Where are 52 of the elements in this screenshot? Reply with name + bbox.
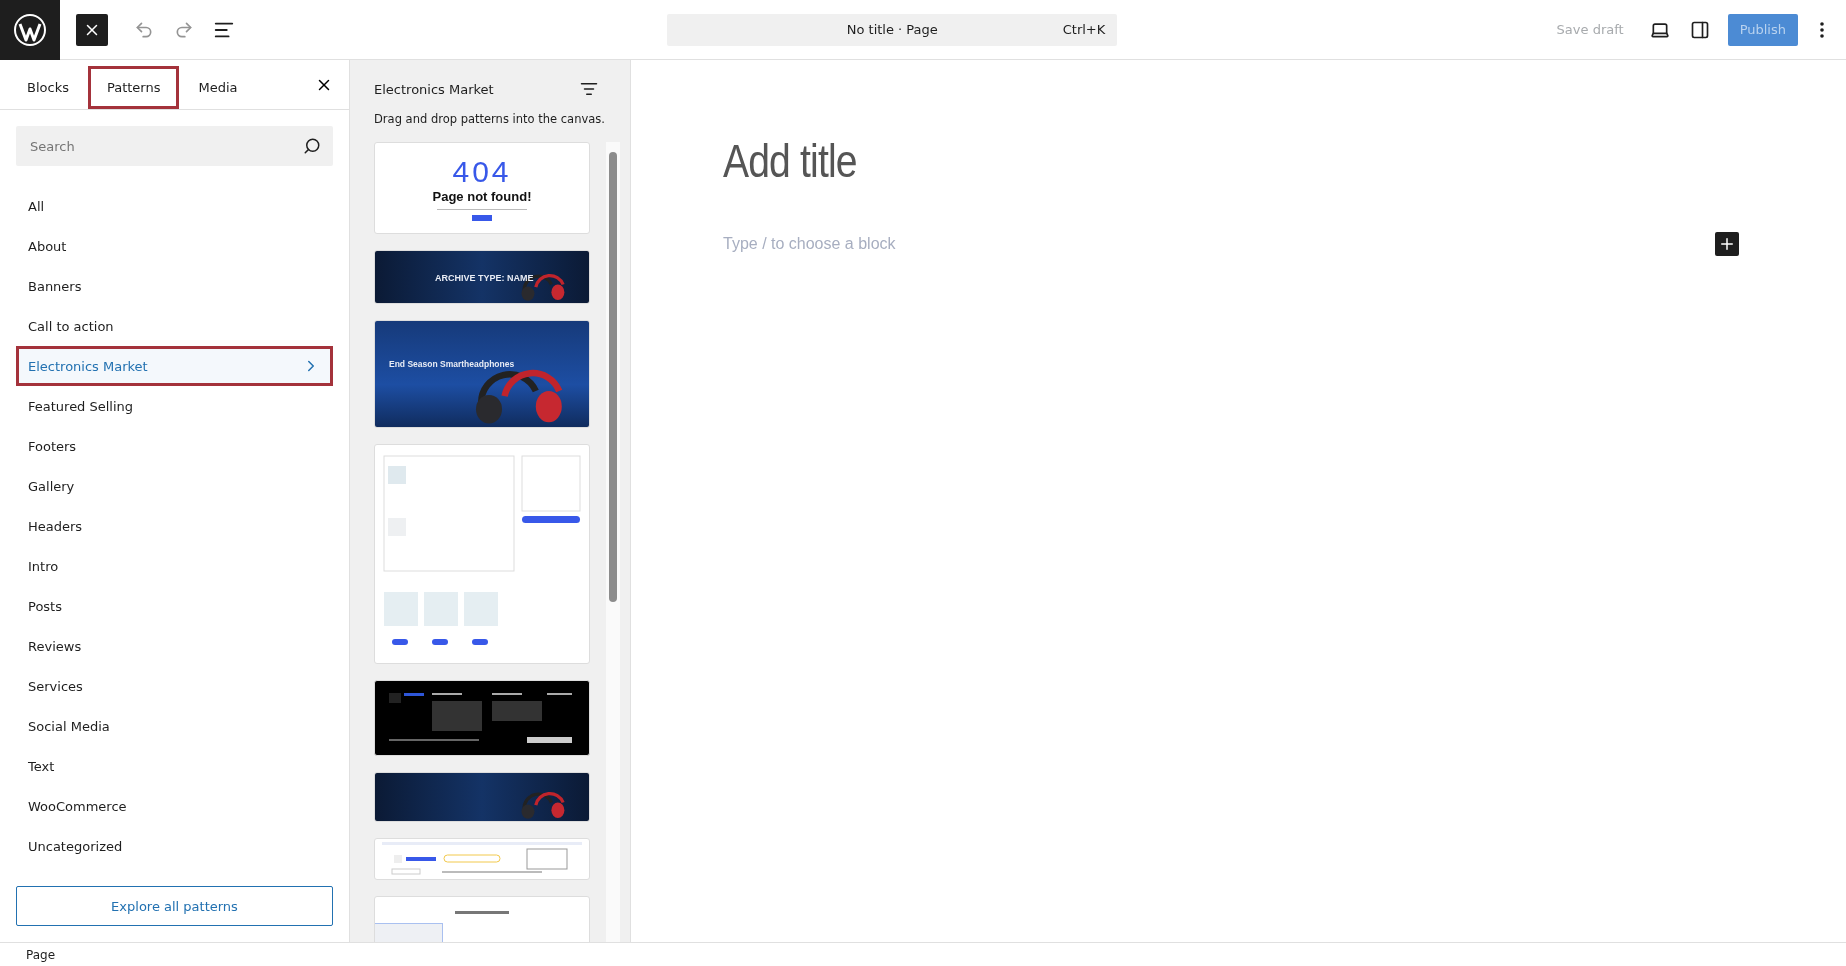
preview-heading: ARCHIVE TYPE: NAME [435, 273, 534, 283]
search-icon [303, 137, 321, 155]
add-block-button[interactable] [1715, 232, 1739, 256]
more-icon [1820, 21, 1824, 38]
preview-button [472, 215, 492, 221]
wordpress-logo[interactable] [0, 0, 60, 60]
category-item[interactable]: About [16, 226, 333, 266]
scrollbar[interactable] [606, 142, 620, 942]
category-item[interactable]: Services [16, 666, 333, 706]
pattern-preview[interactable]: 404 Page not found! [374, 142, 590, 234]
panel-title: Electronics Market [374, 81, 494, 97]
search-field[interactable]: Search [16, 126, 333, 166]
category-item[interactable]: Headers [16, 506, 333, 546]
category-item[interactable]: Featured Selling [16, 386, 333, 426]
category-item[interactable]: Text [16, 746, 333, 786]
pattern-preview[interactable]: ARCHIVE TYPE: NAME [374, 250, 590, 304]
category-item[interactable]: Electronics Market [16, 346, 333, 386]
category-item[interactable]: Uncategorized [16, 826, 333, 866]
plus-icon [1718, 235, 1736, 253]
category-item[interactable]: Social Media [16, 706, 333, 746]
redo-icon [174, 19, 194, 40]
category-item[interactable]: Footers [16, 426, 333, 466]
inserter-tab[interactable]: Media [179, 66, 257, 109]
category-item[interactable]: Intro [16, 546, 333, 586]
close-button[interactable] [76, 13, 108, 46]
category-item[interactable]: Posts [16, 586, 333, 626]
explore-patterns-button[interactable]: Explore all patterns [16, 886, 333, 926]
search-input[interactable]: Search [28, 137, 303, 155]
command-bar[interactable]: No title · Page Ctrl+K [667, 13, 1118, 46]
category-item[interactable]: All [16, 186, 333, 226]
wordpress-logo-icon [13, 12, 47, 47]
preview-text-line [455, 911, 509, 914]
category-item[interactable]: Call to action [16, 306, 333, 346]
shortcut-hint: Ctrl+K [1062, 22, 1106, 37]
inserter-tab[interactable]: Patterns [87, 66, 180, 109]
category-item[interactable]: WooCommerce [16, 786, 333, 826]
title-placeholder[interactable]: Add title [723, 134, 857, 188]
category-item[interactable]: Reviews [16, 626, 333, 666]
pattern-preview[interactable] [374, 772, 590, 822]
sidebar-icon [1689, 19, 1710, 40]
preview-heading: 404 [452, 155, 512, 189]
category-item[interactable]: Banners [16, 266, 333, 306]
inserter-tab[interactable]: Blocks [8, 66, 88, 109]
panel-description: Drag and drop patterns into the canvas. [373, 111, 606, 128]
filter-icon[interactable] [580, 80, 598, 98]
pattern-preview[interactable] [374, 680, 590, 756]
breadcrumb[interactable]: Page [26, 947, 56, 962]
pattern-preview[interactable]: End Season Smartheadphones [374, 320, 590, 428]
category-item[interactable]: Gallery [16, 466, 333, 506]
preview-heading: End Season Smartheadphones [389, 359, 515, 369]
undo-icon [134, 19, 154, 40]
preview-subheading: Page not found! [432, 189, 532, 204]
